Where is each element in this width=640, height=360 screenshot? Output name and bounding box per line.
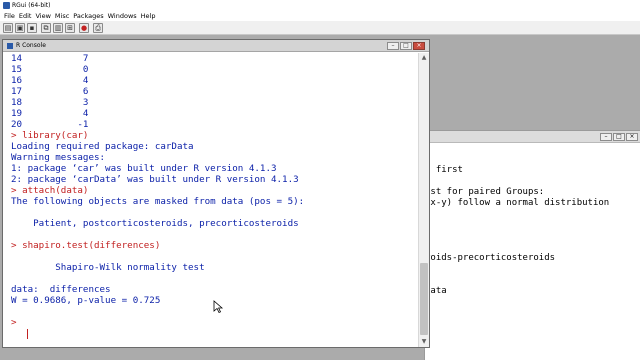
background-window[interactable]: – □ × s first est for paired Groups: x-y) … <box>424 130 640 360</box>
mouse-pointer-icon <box>213 300 224 314</box>
scroll-up-icon[interactable]: ▲ <box>419 53 429 63</box>
menu-packages[interactable]: Packages <box>71 11 105 21</box>
copy-paste-icon[interactable]: ⊞ <box>65 23 75 33</box>
minimize-icon[interactable]: – <box>600 133 612 141</box>
menu-bar: File Edit View Misc Packages Windows Help <box>0 11 640 21</box>
console-scrollbar[interactable]: ▲ ▼ <box>418 53 429 347</box>
close-icon[interactable]: × <box>413 42 425 50</box>
bg-line: est for paired Groups: <box>425 187 545 197</box>
r-console-titlebar[interactable]: R Console – □ × <box>3 40 429 52</box>
r-console-title: R Console <box>16 42 46 49</box>
menu-help[interactable]: Help <box>139 11 158 21</box>
app-title: RGui (64-bit) <box>12 2 51 9</box>
menu-view[interactable]: View <box>33 11 52 21</box>
mdi-workspace: – □ × s first est for paired Groups: x-y) … <box>0 35 640 360</box>
console-line: Shapiro-Wilk normality test <box>11 262 205 273</box>
scroll-down-icon[interactable]: ▼ <box>419 337 429 347</box>
console-line: W = 0.9686, p-value = 0.725 <box>11 295 161 306</box>
console-command-line: > shapiro.test(differences) <box>11 240 161 251</box>
bg-line: s first <box>425 165 463 175</box>
text-cursor <box>27 329 28 339</box>
load-workspace-icon[interactable]: ▣ <box>15 23 25 33</box>
copy-icon[interactable]: ⧉ <box>41 23 51 33</box>
maximize-icon[interactable]: □ <box>400 42 412 50</box>
r-console-icon <box>7 43 13 49</box>
app-titlebar: RGui (64-bit) <box>0 0 640 11</box>
paste-icon[interactable]: ▥ <box>53 23 63 33</box>
bg-line: x-y) follow a normal distribution <box>425 198 610 208</box>
r-app-icon <box>3 2 10 9</box>
minimize-icon[interactable]: – <box>387 42 399 50</box>
stop-icon[interactable]: ● <box>79 23 89 33</box>
menu-edit[interactable]: Edit <box>17 11 34 21</box>
menu-misc[interactable]: Misc <box>53 11 71 21</box>
maximize-icon[interactable]: □ <box>613 133 625 141</box>
open-script-icon[interactable]: ▤ <box>3 23 13 33</box>
bg-line: roids-precorticosteroids <box>425 253 556 263</box>
toolbar: ▤ ▣ ▪ ⧉ ▥ ⊞ ● ⎙ <box>0 21 640 35</box>
background-window-titlebar[interactable]: – □ × <box>425 131 640 143</box>
close-icon[interactable]: × <box>626 133 638 141</box>
background-window-controls: – □ × <box>599 133 638 152</box>
console-output[interactable]: 14 7 15 0 16 4 17 6 18 3 19 4 20 -1 > li… <box>3 53 419 347</box>
menu-file[interactable]: File <box>0 11 17 21</box>
console-prompt[interactable]: > <box>11 317 22 329</box>
menu-windows[interactable]: Windows <box>106 11 139 21</box>
save-workspace-icon[interactable]: ▪ <box>27 23 37 33</box>
console-line: The following objects are masked from da… <box>11 196 305 207</box>
scrollbar-thumb[interactable] <box>420 263 428 335</box>
console-line: Patient, postcorticosteroids, precortico… <box>11 218 299 229</box>
print-icon[interactable]: ⎙ <box>93 23 103 33</box>
